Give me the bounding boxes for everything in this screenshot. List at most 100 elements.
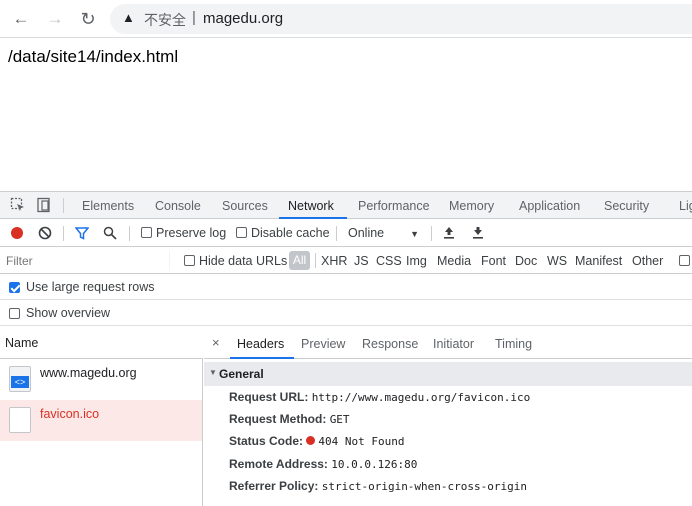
divider <box>336 226 337 241</box>
tab-application[interactable]: Application <box>519 199 580 213</box>
tab-memory[interactable]: Memory <box>449 199 494 213</box>
html-document-icon <box>9 366 31 392</box>
divider <box>63 198 64 213</box>
throttling-select[interactable]: Online ▼ <box>348 226 419 240</box>
disable-cache-checkbox[interactable]: Disable cache <box>236 226 330 240</box>
search-icon[interactable] <box>103 226 117 240</box>
name-column-header[interactable]: Name <box>0 326 203 359</box>
active-tab-indicator <box>230 357 294 359</box>
filter-type-other[interactable]: Other <box>632 254 663 268</box>
filter-type-font[interactable]: Font <box>481 254 506 268</box>
request-row[interactable]: favicon.ico <box>0 400 202 441</box>
general-section-header[interactable]: ▼ General <box>204 362 692 386</box>
blank-file-icon <box>9 407 31 433</box>
url-separator: | <box>192 9 196 26</box>
show-overview-checkbox[interactable] <box>9 308 20 319</box>
tab-headers[interactable]: Headers <box>237 337 284 351</box>
tab-sources[interactable]: Sources <box>222 199 268 213</box>
field-key: Referrer Policy: <box>229 479 319 493</box>
filter-type-manifest[interactable]: Manifest <box>575 254 622 268</box>
large-rows-label: Use large request rows <box>26 280 155 294</box>
devtools-panel: Elements Console Sources Network Perform… <box>0 191 692 506</box>
request-list: Name www.magedu.org favicon.ico <box>0 326 203 506</box>
reload-icon[interactable]: ↻ <box>77 8 99 30</box>
warning-triangle-icon[interactable]: ▲ <box>122 10 135 25</box>
field-value: http://www.magedu.org/favicon.ico <box>311 391 531 404</box>
request-name: www.magedu.org <box>40 366 137 380</box>
request-row[interactable]: www.magedu.org <box>0 359 202 400</box>
filter-type-ws[interactable]: WS <box>547 254 567 268</box>
header-field: Referrer Policy: strict-origin-when-cros… <box>229 479 527 493</box>
field-value: 404 Not Found <box>318 435 405 448</box>
tab-network[interactable]: Network <box>288 199 334 213</box>
header-field: Remote Address: 10.0.0.126:80 <box>229 457 417 471</box>
tab-lighthouse[interactable]: Lig <box>679 199 692 213</box>
tab-console[interactable]: Console <box>155 199 201 213</box>
tab-elements[interactable]: Elements <box>82 199 134 213</box>
tab-performance[interactable]: Performance <box>358 199 430 213</box>
tab-preview[interactable]: Preview <box>301 337 345 351</box>
clear-icon[interactable] <box>38 226 52 240</box>
field-value: strict-origin-when-cross-origin <box>321 480 528 493</box>
network-toolbar: Preserve log Disable cache Online ▼ <box>0 220 692 247</box>
preserve-log-checkbox[interactable]: Preserve log <box>141 226 226 240</box>
export-har-icon[interactable] <box>472 225 484 240</box>
address-bar[interactable]: ▲ 不安全 | magedu.org <box>110 4 692 34</box>
filter-type-js[interactable]: JS <box>354 254 369 268</box>
back-arrow-icon[interactable]: ← <box>10 8 32 30</box>
field-value: 10.0.0.126:80 <box>331 458 418 471</box>
triangle-down-icon: ▼ <box>209 368 217 377</box>
preserve-log-label: Preserve log <box>156 226 227 240</box>
large-rows-option[interactable]: Use large request rows <box>0 274 692 300</box>
header-field: Status Code: 404 Not Found <box>229 434 404 448</box>
close-icon[interactable]: × <box>212 335 220 350</box>
chevron-down-icon: ▼ <box>410 229 420 239</box>
insecure-label[interactable]: 不安全 <box>144 10 186 30</box>
filter-type-img[interactable]: Img <box>406 254 427 268</box>
filter-type-css[interactable]: CSS <box>376 254 402 268</box>
request-detail-panel: × Headers Preview Response Initiator Tim… <box>204 326 692 506</box>
tab-response[interactable]: Response <box>362 337 418 351</box>
show-overview-option[interactable]: Show overview <box>0 300 692 326</box>
tab-timing[interactable]: Timing <box>495 337 532 351</box>
divider <box>315 253 316 268</box>
record-icon[interactable] <box>11 227 23 239</box>
hide-data-urls-checkbox[interactable]: Hide data URLs <box>184 254 287 268</box>
forward-arrow-icon[interactable]: → <box>44 8 66 30</box>
divider <box>431 226 432 241</box>
filter-icon[interactable] <box>75 226 89 240</box>
field-key: Request URL: <box>229 390 309 404</box>
name-header-label: Name <box>5 336 39 350</box>
field-key: Remote Address: <box>229 457 328 471</box>
device-toolbar-icon[interactable] <box>36 197 52 213</box>
page-body-text: /data/site14/index.html <box>8 47 179 66</box>
active-tab-indicator <box>279 217 347 219</box>
hide-data-urls-label: Hide data URLs <box>199 254 288 268</box>
header-field: Request URL: http://www.magedu.org/favic… <box>229 390 530 404</box>
filter-type-xhr[interactable]: XHR <box>321 254 347 268</box>
field-key: Request Method: <box>229 412 327 426</box>
divider <box>129 226 130 241</box>
filter-bar: Hide data URLs All XHR JS CSS Img Media … <box>0 248 692 274</box>
field-value: GET <box>329 413 350 426</box>
url-text[interactable]: magedu.org <box>203 10 283 27</box>
filter-type-all[interactable]: All <box>289 251 310 270</box>
blocked-requests-checkbox[interactable] <box>679 254 692 268</box>
show-overview-label: Show overview <box>26 306 111 320</box>
filter-type-doc[interactable]: Doc <box>515 254 537 268</box>
import-har-icon[interactable] <box>443 225 455 240</box>
header-field: Request Method: GET <box>229 412 350 426</box>
detail-tab-bar: × Headers Preview Response Initiator Tim… <box>204 326 692 359</box>
filter-input[interactable] <box>2 251 170 271</box>
tab-security[interactable]: Security <box>604 199 649 213</box>
status-error-icon <box>306 436 316 445</box>
throttle-value: Online <box>348 226 385 240</box>
inspect-element-icon[interactable] <box>10 197 26 213</box>
disable-cache-label: Disable cache <box>251 226 330 240</box>
devtools-tab-bar: Elements Console Sources Network Perform… <box>0 192 692 219</box>
field-key: Status Code: <box>229 434 304 448</box>
filter-type-media[interactable]: Media <box>437 254 471 268</box>
large-rows-checkbox[interactable] <box>9 282 20 293</box>
browser-toolbar: ← → ↻ ▲ 不安全 | magedu.org <box>0 0 692 38</box>
tab-initiator[interactable]: Initiator <box>433 337 474 351</box>
